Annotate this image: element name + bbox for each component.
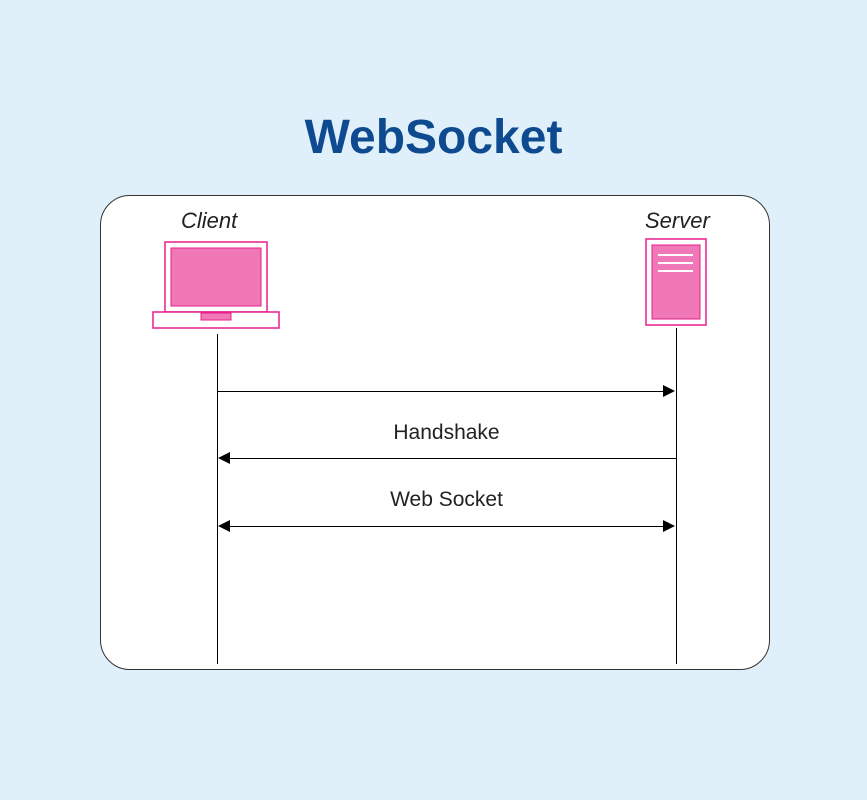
handshake-label: Handshake xyxy=(217,421,676,445)
server-label: Server xyxy=(645,208,710,234)
arrowhead-request xyxy=(663,385,675,397)
laptop-icon xyxy=(151,240,281,340)
client-label: Client xyxy=(181,208,237,234)
arrowhead-ws-left xyxy=(218,520,230,532)
diagram-title: WebSocket xyxy=(0,110,867,165)
diagram-panel: Client Server Handshake W xyxy=(100,195,770,670)
websocket-label: Web Socket xyxy=(217,488,676,512)
arrow-websocket xyxy=(229,526,664,527)
arrow-request xyxy=(218,391,664,392)
arrowhead-handshake xyxy=(218,452,230,464)
arrow-handshake xyxy=(229,458,676,459)
server-icon xyxy=(645,238,707,333)
server-lifeline xyxy=(676,328,677,664)
arrowhead-ws-right xyxy=(663,520,675,532)
